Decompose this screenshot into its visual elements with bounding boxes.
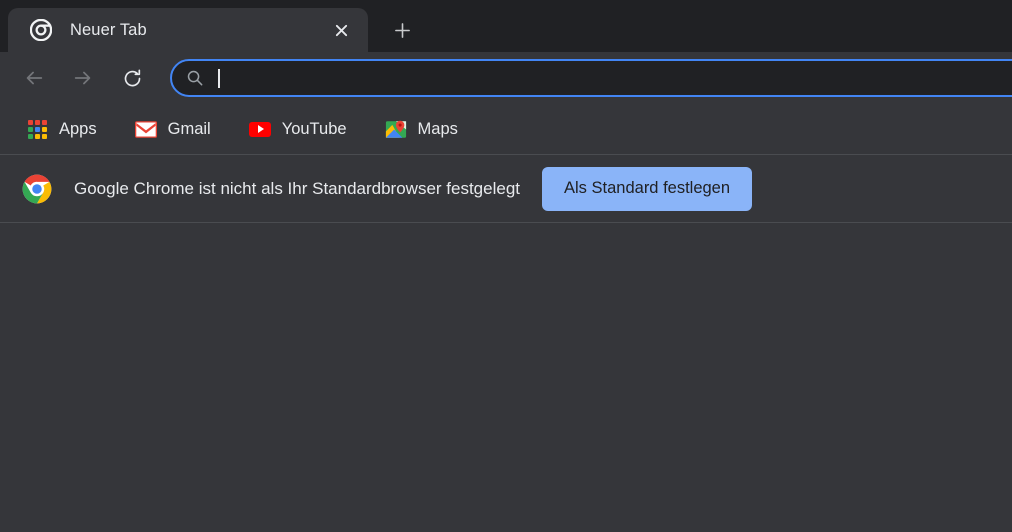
tab-title: Neuer Tab (70, 20, 147, 39)
text-caret (218, 68, 220, 88)
chrome-logo-mono-icon (29, 18, 53, 42)
apps-grid-icon (26, 118, 48, 140)
search-icon (186, 69, 204, 87)
bookmark-apps[interactable]: Apps (18, 113, 105, 145)
bookmark-label: Apps (59, 119, 97, 138)
arrow-left-icon (26, 71, 43, 85)
browser-window: Neuer Tab Apps Gmail YouTube Maps Google… (0, 0, 1012, 532)
tab-strip: Neuer Tab (0, 0, 1012, 52)
arrow-right-icon (74, 71, 91, 85)
bookmark-maps[interactable]: Maps (377, 113, 466, 145)
default-browser-infobar: Google Chrome ist nicht als Ihr Standard… (0, 155, 1012, 223)
browser-tab-active[interactable]: Neuer Tab (8, 8, 368, 52)
reload-icon (124, 68, 140, 86)
set-as-default-button[interactable]: Als Standard festlegen (542, 166, 753, 211)
apps-grid-squares (27, 119, 47, 139)
reload-button[interactable] (114, 60, 150, 96)
youtube-play-badge (248, 121, 271, 137)
infobar-message: Google Chrome ist nicht als Ihr Standard… (74, 178, 521, 198)
bookmark-label: Gmail (167, 119, 211, 138)
address-bar[interactable] (170, 59, 1012, 97)
youtube-icon (248, 118, 271, 140)
address-bar-input[interactable] (204, 61, 1012, 95)
browser-toolbar (0, 52, 1012, 104)
new-tab-button[interactable] (382, 10, 422, 50)
bookmark-label: Maps (417, 119, 458, 138)
close-icon[interactable] (324, 13, 358, 47)
bookmarks-bar: Apps Gmail YouTube Maps (0, 104, 1012, 155)
back-button[interactable] (16, 60, 52, 96)
bookmark-label: YouTube (281, 119, 347, 138)
bookmark-gmail[interactable]: Gmail (127, 113, 219, 145)
page-content-area (0, 223, 1012, 532)
bookmark-youtube[interactable]: YouTube (241, 113, 355, 145)
forward-button[interactable] (65, 60, 101, 96)
google-maps-icon (385, 118, 407, 140)
chrome-logo-color-icon (22, 174, 52, 204)
gmail-icon (134, 118, 157, 140)
